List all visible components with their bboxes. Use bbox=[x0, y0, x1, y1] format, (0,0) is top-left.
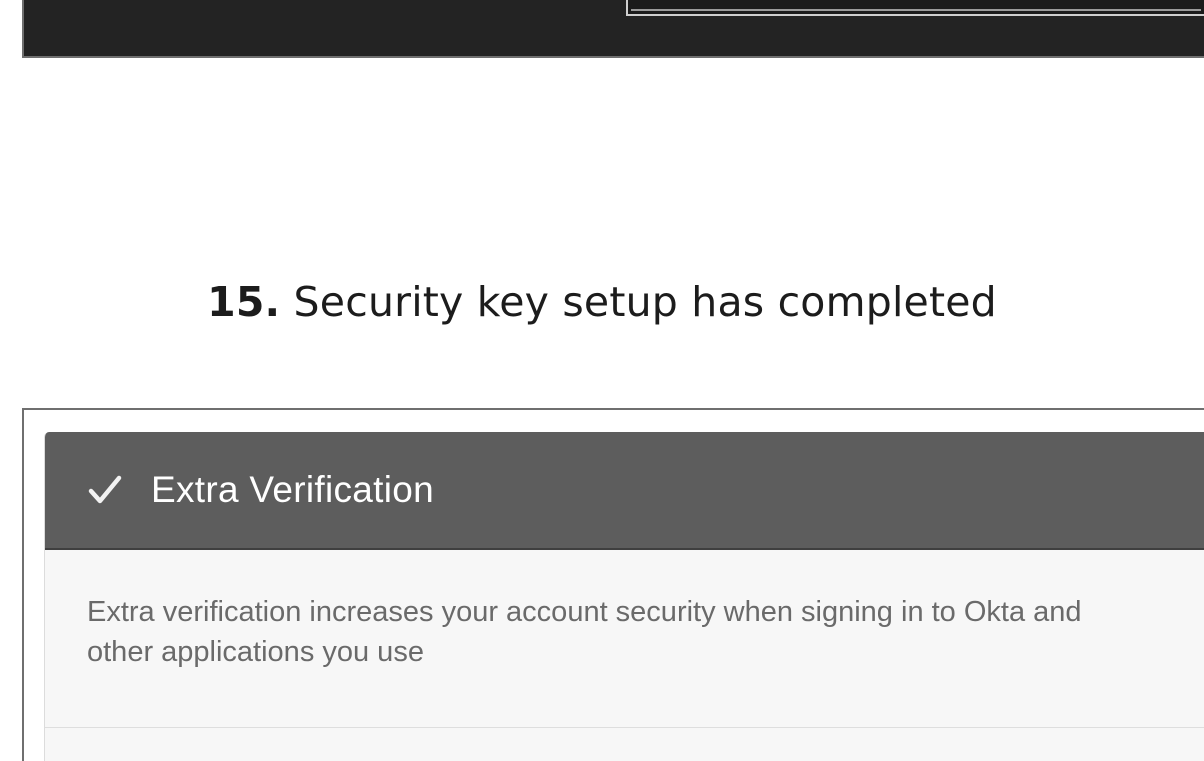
step-text: Security key setup has completed bbox=[280, 278, 997, 326]
extra-verification-card: Extra Verification Extra verification in… bbox=[44, 432, 1204, 761]
current-step-screenshot: Extra Verification Extra verification in… bbox=[22, 408, 1204, 761]
card-description: Extra verification increases your accoun… bbox=[87, 596, 1082, 668]
step-heading: 15. Security key setup has completed bbox=[0, 278, 1204, 326]
card-title: Extra Verification bbox=[151, 469, 435, 510]
input-field-frame bbox=[626, 0, 1204, 16]
page: 15. Security key setup has completed Ext… bbox=[0, 0, 1204, 761]
card-header[interactable]: Extra Verification bbox=[45, 432, 1204, 550]
step-number: 15. bbox=[207, 278, 281, 326]
card-body: Extra verification increases your accoun… bbox=[45, 550, 1204, 728]
checkmark-icon bbox=[87, 472, 123, 508]
previous-step-screenshot bbox=[22, 0, 1204, 58]
